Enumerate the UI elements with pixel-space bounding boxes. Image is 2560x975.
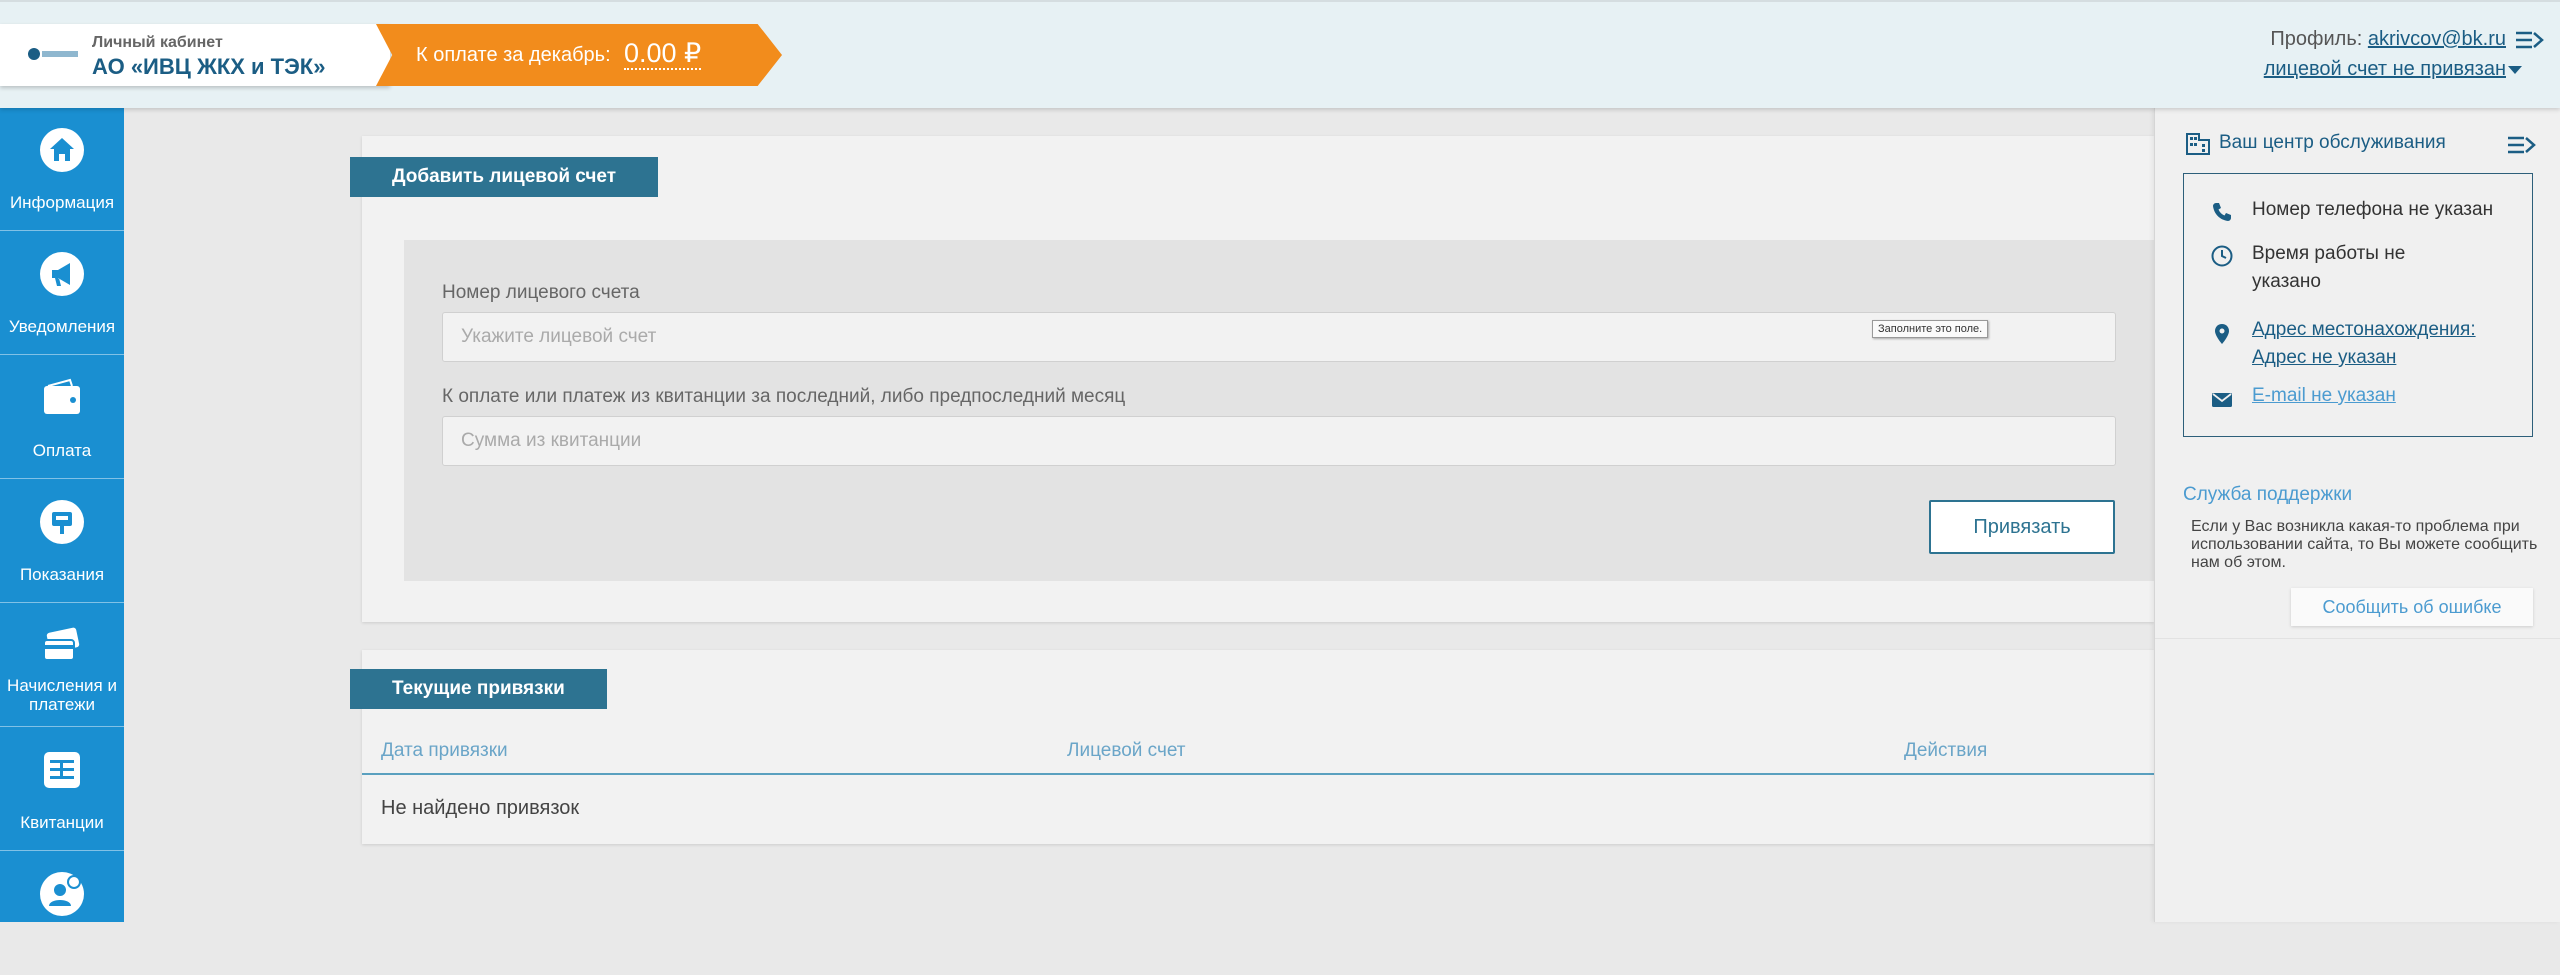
chevron-down-icon[interactable] (2508, 66, 2522, 74)
sidebar-item-readings[interactable]: Показания (0, 480, 124, 603)
payment-label: К оплате за декабрь: (416, 44, 611, 66)
service-phone: Номер телефона не указан (2252, 199, 2494, 220)
sidebar-item-profile[interactable] (0, 852, 124, 975)
add-account-title: Добавить лицевой счет (350, 157, 659, 197)
empty-table-message: Не найдено привязок (381, 797, 580, 819)
home-icon (40, 128, 84, 172)
sidebar-item-information[interactable]: Информация (0, 108, 124, 231)
sidebar-item-payment[interactable]: Оплата (0, 356, 124, 479)
profile-label: Профиль: (2270, 28, 2363, 50)
sidebar-item-receipts[interactable]: Квитанции (0, 728, 124, 851)
phone-icon (2213, 203, 2231, 221)
profile-email-link[interactable]: akrivcov@bk.ru (2368, 28, 2506, 50)
validation-tooltip: Заполните это поле. (1872, 320, 1989, 338)
current-bindings-panel (362, 650, 2154, 844)
cards-icon (40, 624, 84, 668)
receipt-icon (40, 748, 84, 792)
sidebar-item-label: Оплата (32, 441, 92, 460)
megaphone-icon (40, 252, 84, 296)
clock-icon (2211, 245, 2233, 267)
sidebar-item-label: Уведомления (8, 317, 116, 336)
brand-subtitle: Личный кабинет (92, 34, 223, 51)
sidebar-item-notifications[interactable]: Уведомления (0, 232, 124, 355)
brand-block[interactable]: Личный кабинет АО «ИВЦ ЖКХ и ТЭК» (0, 24, 390, 86)
brand-name: АО «ИВЦ ЖКХ и ТЭК» (92, 54, 326, 79)
user-chat-icon (40, 872, 84, 916)
payment-banner[interactable]: К оплате за декабрь: 0.00 ₽ (376, 24, 782, 86)
email-icon (2212, 393, 2232, 407)
meter-icon (40, 500, 84, 544)
sidebar-item-charges-payments[interactable]: Начисления и платежи (0, 604, 124, 727)
panel-divider (2155, 638, 2560, 639)
profile-line: Профиль: akrivcov@bk.ru (2270, 28, 2506, 51)
column-header-date[interactable]: Дата привязки (381, 740, 508, 762)
payment-amount-label: К оплате или платеж из квитанции за посл… (442, 386, 1126, 407)
add-account-form: Номер лицевого счета Укажите лицевой сче… (404, 240, 2154, 581)
sidebar-item-label: Информация (9, 193, 115, 212)
building-icon (2186, 133, 2210, 155)
logout-icon[interactable] (2514, 29, 2544, 51)
report-error-button[interactable]: Сообщить об ошибке (2291, 588, 2533, 626)
current-bindings-title: Текущие привязки (350, 669, 607, 709)
top-header: Личный кабинет АО «ИВЦ ЖКХ и ТЭК» К опла… (0, 0, 2560, 108)
service-email-link[interactable]: E-mail не указан (2252, 382, 2522, 410)
service-address-link[interactable]: Адрес местонахождения: Адрес не указан (2252, 316, 2492, 372)
table-header-divider (362, 773, 2154, 775)
bind-account-button[interactable]: Привязать (1929, 500, 2115, 554)
sidebar-nav: Информация Уведомления Оплата Показания … (0, 108, 124, 922)
service-center-info-box: Номер телефона не указан Время работы не… (2183, 173, 2533, 437)
account-status-dropdown[interactable]: лицевой счет не привязан (2264, 58, 2506, 81)
service-hours: Время работы не указано (2252, 243, 2406, 292)
service-center-panel: Ваш центр обслуживания Номер телефона не… (2154, 108, 2560, 922)
collapse-panel-icon[interactable] (2506, 134, 2536, 156)
location-pin-icon (2215, 324, 2229, 344)
payment-amount[interactable]: 0.00 ₽ (624, 38, 702, 70)
column-header-actions: Действия (1904, 740, 1988, 761)
wallet-icon (40, 376, 84, 420)
support-text: Если у Вас возникла какая-то проблема пр… (2191, 518, 2538, 571)
column-header-account[interactable]: Лицевой счет (1067, 740, 1185, 762)
account-number-label: Номер лицевого счета (442, 282, 640, 303)
support-title: Служба поддержки (2183, 484, 2353, 505)
sidebar-item-label: Начисления и платежи (7, 676, 117, 714)
company-logo-icon (28, 48, 78, 60)
sidebar-item-label: Показания (19, 565, 105, 584)
service-center-title: Ваш центр обслуживания (2219, 132, 2446, 153)
account-number-input[interactable]: Укажите лицевой счет (442, 312, 2116, 362)
sidebar-item-label: Квитанции (20, 813, 104, 832)
payment-amount-input[interactable]: Сумма из квитанции (442, 416, 2116, 466)
